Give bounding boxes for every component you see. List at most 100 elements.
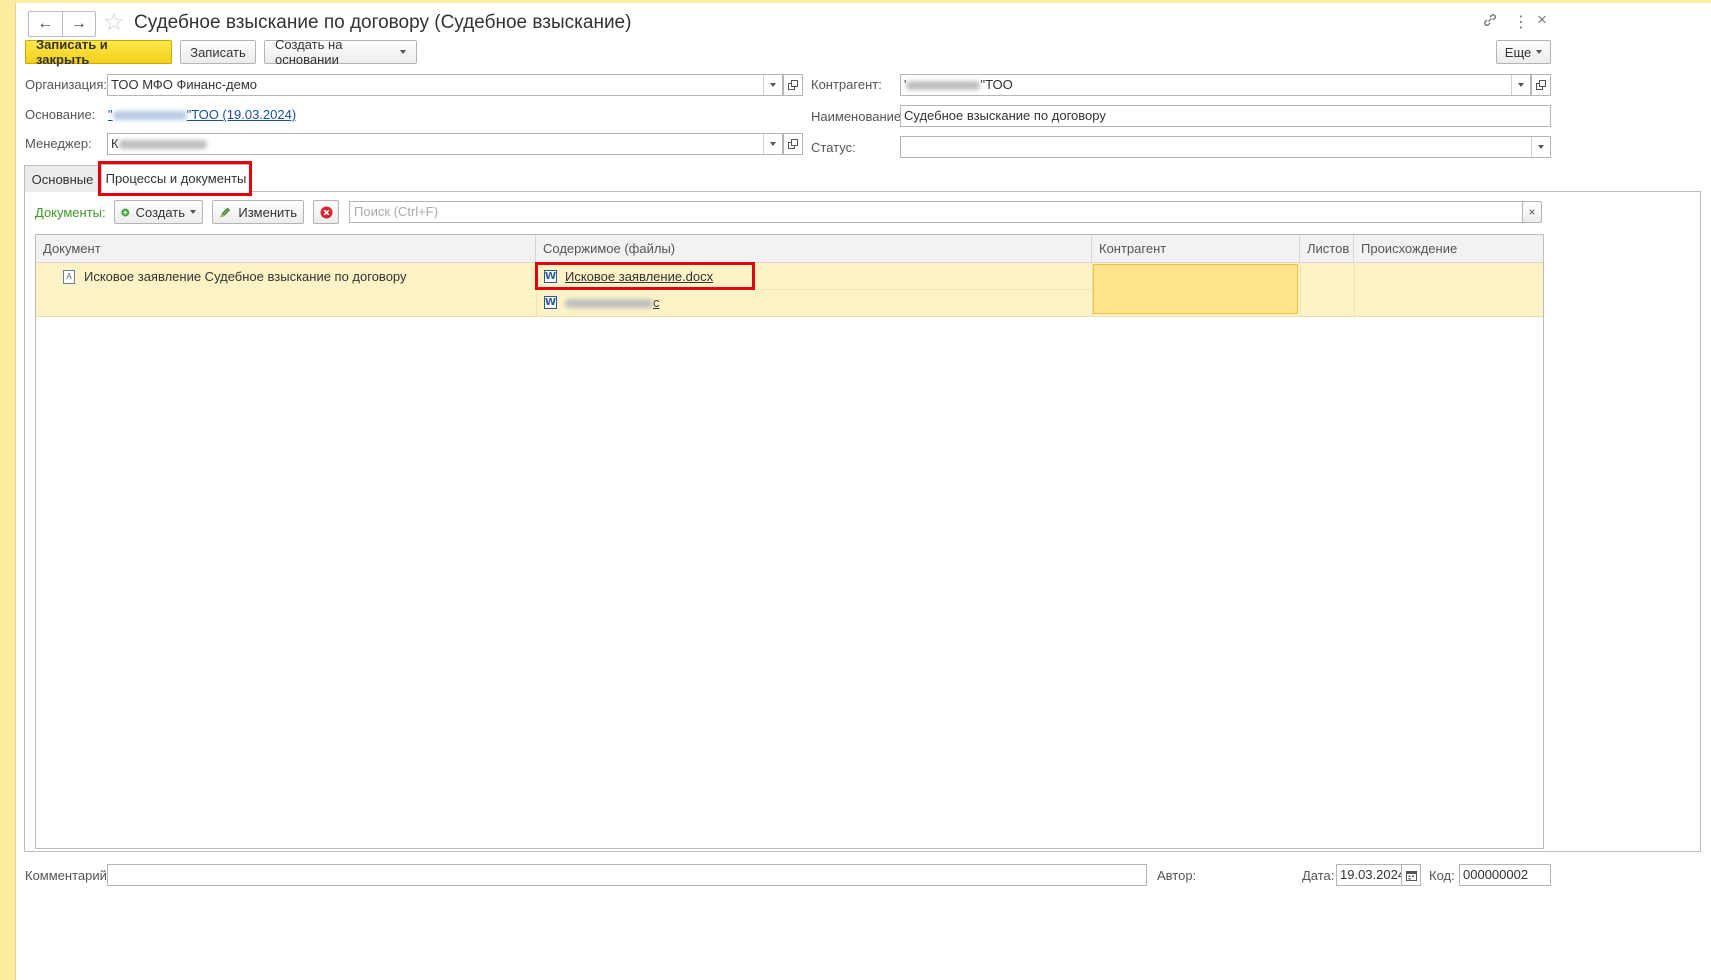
more-label: Еще (1504, 44, 1532, 60)
status-field[interactable] (900, 136, 1551, 158)
close-icon[interactable]: × (1537, 10, 1547, 30)
basis-link[interactable]: " "ТОО (19.03.2024) (108, 107, 296, 122)
table-row[interactable]: A Исковое заявление Судебное взыскание п… (36, 263, 1543, 317)
edit-document-label: Изменить (238, 204, 297, 220)
open-window-icon (788, 139, 798, 149)
organization-dropdown[interactable] (763, 75, 782, 95)
counterparty-label: Контрагент: (811, 77, 882, 92)
chevron-down-icon (770, 83, 776, 87)
manager-value-initial: К (111, 136, 119, 151)
column-header-origin[interactable]: Происхождение (1354, 235, 1543, 262)
add-icon (121, 208, 130, 216)
link-icon[interactable] (1482, 12, 1498, 33)
documents-label: Документы: (35, 205, 106, 220)
open-window-icon (1536, 80, 1546, 90)
back-arrow-icon: ← (37, 15, 54, 32)
column-header-document[interactable]: Документ (36, 235, 536, 262)
forward-button[interactable]: → (61, 12, 96, 36)
save-and-close-button[interactable]: Записать и закрыть (25, 37, 172, 67)
code-field[interactable]: 000000002 (1459, 864, 1551, 886)
column-divider (1300, 263, 1301, 316)
column-divider (1354, 263, 1355, 316)
file-divider (536, 289, 1092, 290)
create-document-button[interactable]: Создать (114, 200, 203, 224)
delete-icon (320, 206, 332, 218)
name-value: Судебное взыскание по договору (904, 108, 1106, 123)
counterparty-open-button[interactable] (1531, 74, 1551, 96)
create-based-on-button[interactable]: Создать на основании (264, 37, 417, 67)
manager-dropdown[interactable] (763, 134, 782, 154)
column-header-contents[interactable]: Содержимое (файлы) (536, 235, 1092, 262)
chevron-down-icon (1518, 83, 1524, 87)
page: ← → ☆ Судебное взыскание по договору (Су… (0, 0, 1711, 980)
create-based-on-label: Создать на основании (275, 37, 343, 67)
search-input[interactable]: Поиск (Ctrl+F) (349, 201, 1523, 223)
date-label: Дата: (1302, 868, 1335, 883)
tab-processes-and-documents[interactable]: Процессы и документы (101, 164, 251, 192)
date-value: 19.03.2024 (1340, 867, 1403, 882)
blurred-text (118, 140, 207, 150)
document-window: ← → ☆ Судебное взыскание по договору (Су… (16, 3, 1711, 980)
organization-label: Организация: (25, 77, 108, 92)
manager-label: Менеджер: (25, 136, 92, 151)
counterparty-dropdown[interactable] (1511, 75, 1530, 95)
status-label: Статус: (811, 140, 856, 155)
more-button[interactable]: Еще (1496, 40, 1551, 64)
author-label: Автор: (1157, 868, 1197, 883)
column-header-counterparty[interactable]: Контрагент (1092, 235, 1300, 262)
search-placeholder: Поиск (Ctrl+F) (354, 204, 439, 219)
code-value: 000000002 (1463, 867, 1529, 882)
open-window-icon (788, 80, 798, 90)
counterparty-cell-selected[interactable] (1093, 264, 1298, 314)
tab-main[interactable]: Основные (24, 165, 101, 192)
comment-label: Комментарий: (25, 868, 111, 883)
basis-link-suffix: "ТОО (19.03.2024) (186, 107, 297, 122)
menu-icon[interactable]: ⋮ (1513, 12, 1529, 32)
edit-document-button[interactable]: Изменить (212, 200, 304, 224)
chevron-down-icon (1536, 50, 1543, 54)
delete-document-button[interactable] (313, 200, 339, 224)
document-name: Исковое заявление Судебное взыскание по … (84, 269, 407, 284)
counterparty-field[interactable]: ' "ТОО (900, 74, 1531, 96)
clear-search-icon: × (1528, 205, 1536, 219)
clear-search-button[interactable]: × (1522, 201, 1542, 223)
basis-link-prefix: " (108, 107, 113, 122)
organization-value: ТОО МФО Финанс-демо (111, 77, 258, 92)
file-link-second-suffix: c (653, 295, 660, 310)
pencil-icon (220, 207, 230, 217)
blurred-text (565, 299, 653, 309)
tab-processes-label: Процессы и документы (105, 171, 247, 186)
chevron-down-icon (400, 50, 406, 54)
word-file-icon: W (544, 270, 557, 283)
save-label: Записать (190, 44, 246, 60)
document-icon: A (63, 270, 75, 284)
manager-field[interactable]: К (107, 133, 783, 155)
name-field[interactable]: Судебное взыскание по договору (900, 105, 1551, 127)
column-header-sheets[interactable]: Листов (1300, 235, 1354, 262)
manager-open-button[interactable] (783, 133, 803, 155)
save-button[interactable]: Записать (180, 40, 256, 64)
navigation-buttons: ← → (28, 11, 96, 37)
name-label: Наименование: (811, 109, 905, 124)
organization-field[interactable]: ТОО МФО Финанс-демо (107, 74, 783, 96)
tab-main-label: Основные (31, 171, 94, 187)
date-field[interactable]: 19.03.2024 (1336, 864, 1403, 886)
blurred-text (906, 81, 981, 91)
back-button[interactable]: ← (29, 12, 62, 36)
organization-open-button[interactable] (783, 74, 803, 96)
comment-field[interactable] (107, 864, 1147, 886)
word-file-icon: W (544, 296, 557, 309)
file-link-claim-docx[interactable]: Исковое заявление.docx (565, 269, 713, 284)
counterparty-suffix: "ТОО (980, 77, 1013, 92)
chevron-down-icon (190, 210, 196, 214)
calendar-button[interactable] (1401, 864, 1421, 886)
save-and-close-label: Записать и закрыть (36, 37, 108, 67)
create-document-label: Создать (135, 204, 185, 220)
documents-table: Документ Содержимое (файлы) Контрагент Л… (35, 234, 1544, 849)
file-link-second[interactable]: c (565, 295, 660, 310)
window-title: Судебное взыскание по договору (Судебное… (134, 12, 632, 33)
calendar-icon (1405, 870, 1417, 881)
status-dropdown[interactable] (1531, 137, 1550, 157)
favorite-star-icon[interactable]: ☆ (103, 8, 125, 37)
left-sidebar-strip (0, 0, 16, 980)
